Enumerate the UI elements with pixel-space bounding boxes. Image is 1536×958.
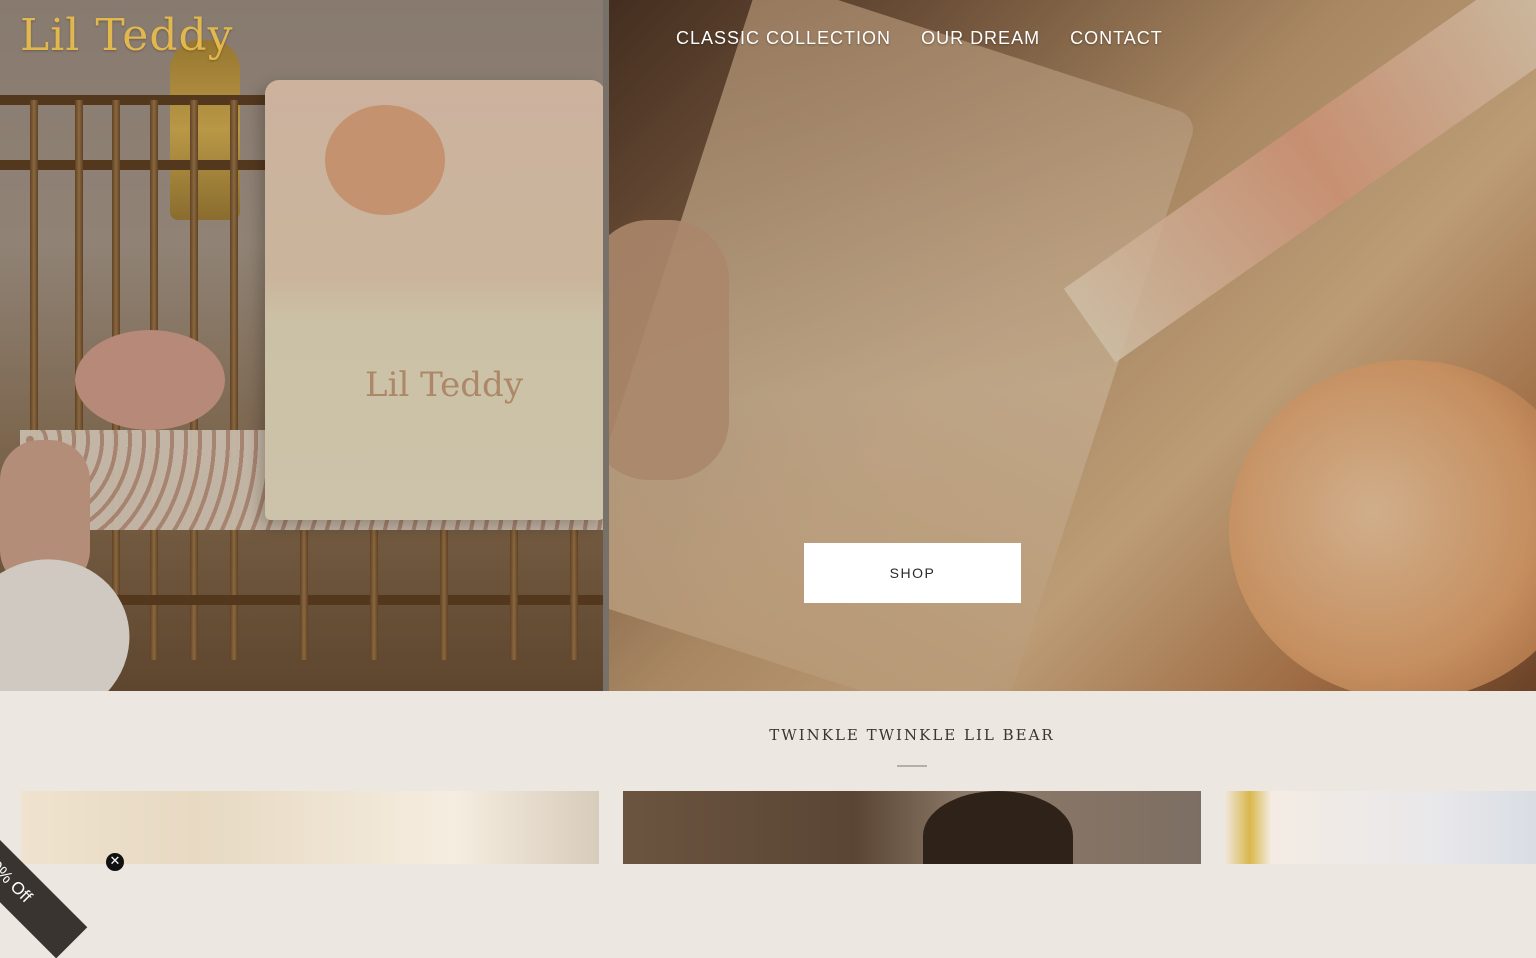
- product-card-image[interactable]: [1225, 791, 1536, 864]
- shop-button[interactable]: SHOP: [804, 543, 1021, 603]
- hero-overlay: [0, 0, 1536, 691]
- product-card-image[interactable]: [21, 791, 599, 864]
- main-nav: CLASSIC COLLECTION OUR DREAM CONTACT: [676, 28, 1163, 49]
- section-title: TWINKLE TWINKLE LIL BEAR: [769, 726, 1055, 744]
- site-logo[interactable]: Lil Teddy: [20, 10, 234, 61]
- title-divider: [897, 765, 927, 767]
- product-card-image[interactable]: [623, 791, 1201, 864]
- nav-our-dream[interactable]: OUR DREAM: [921, 28, 1040, 49]
- nav-classic-collection[interactable]: CLASSIC COLLECTION: [676, 28, 891, 49]
- nav-contact[interactable]: CONTACT: [1070, 28, 1163, 49]
- model-hair: [923, 791, 1073, 864]
- hero-banner: Lil Teddy: [0, 0, 1536, 691]
- close-icon[interactable]: ✕: [106, 853, 124, 871]
